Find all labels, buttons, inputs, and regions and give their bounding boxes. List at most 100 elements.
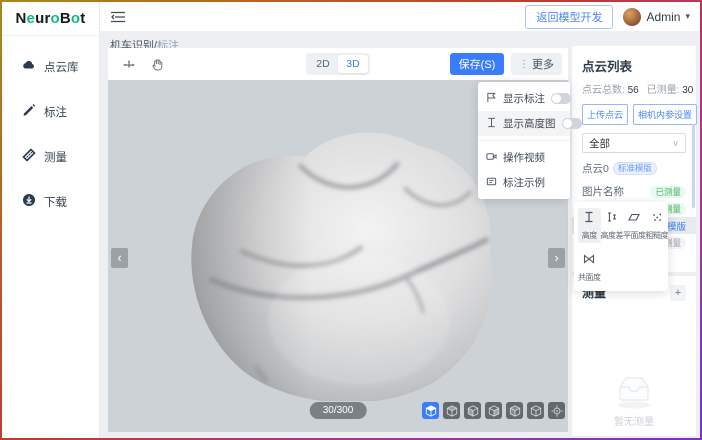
add-measurement-button[interactable]: + — [670, 285, 686, 301]
tool-label: 共面度 — [578, 272, 601, 283]
menu-item-label: 显示标注 — [503, 91, 545, 106]
empty-state: 暂无测量 — [572, 372, 696, 428]
view-cube-left-button[interactable] — [506, 402, 523, 419]
more-button[interactable]: ⋮ 更多 — [511, 53, 562, 75]
sidebar-item-label: 点云库 — [44, 59, 79, 75]
flatness-tool-icon — [628, 210, 640, 228]
top-header: 返回模型开发 Admin ▾ — [100, 2, 700, 32]
download-icon — [22, 193, 36, 210]
show-heightmap-toggle[interactable] — [562, 118, 582, 129]
camera-params-button[interactable]: 相机内参设置 — [633, 104, 697, 125]
measured-label: 已测量: 30 — [647, 81, 694, 96]
logo-char: u — [35, 10, 44, 27]
view-cube-front-button[interactable] — [464, 402, 481, 419]
menu-fold-icon[interactable] — [110, 9, 126, 25]
tool-roughness[interactable]: 粗糙度 — [646, 208, 669, 243]
view-cube-top-button[interactable] — [443, 402, 460, 419]
mode-2d-button[interactable]: 2D — [308, 55, 338, 73]
app-window: NeuroBot 点云库 标注 测量 下载 返回模 — [2, 2, 700, 438]
menu-item-annotation-example[interactable]: 标注示例 — [478, 170, 570, 195]
height-tool-icon — [583, 210, 595, 228]
menu-item-label: 标注示例 — [503, 175, 562, 190]
logo-char: o — [51, 10, 60, 27]
scrollbar-thumb[interactable] — [692, 124, 695, 208]
height-map-icon — [486, 117, 497, 131]
toolbar-right: 保存(S) ⋮ 更多 — [450, 53, 562, 75]
measurement-panel: 测量 + 暂无测量 — [572, 276, 696, 436]
filter-value: 全部 — [589, 136, 610, 151]
prev-arrow-button[interactable]: ‹ — [111, 248, 128, 268]
pan-hand-icon[interactable] — [148, 55, 166, 73]
panel-buttons: 上传点云 相机内参设置 — [582, 104, 686, 125]
user-name: Admin — [646, 10, 680, 24]
total-value: 56 — [628, 85, 639, 96]
sidebar-item-label: 下载 — [44, 194, 67, 210]
sidebar-nav: 点云库 标注 测量 下载 — [2, 36, 99, 224]
roughness-tool-icon — [651, 210, 663, 228]
tool-height-diff[interactable]: 高度差 — [601, 208, 624, 243]
tool-label: 高度 — [582, 230, 597, 241]
view-cube-right-button[interactable] — [485, 402, 502, 419]
user-menu[interactable]: Admin ▾ — [623, 8, 690, 26]
filter-select[interactable]: 全部 ∨ — [582, 133, 686, 153]
more-dropdown-menu: 显示标注 显示高度图 操作视频 标注示例 — [478, 82, 570, 199]
caret-down-icon: ▾ — [685, 11, 690, 22]
sidebar-item-measure[interactable]: 测量 — [2, 134, 99, 179]
view-cube-default-button[interactable] — [422, 402, 439, 419]
status-badge: 已测量 — [650, 186, 686, 198]
template-badge: 标准模版 — [613, 162, 657, 175]
avatar — [623, 8, 641, 26]
menu-item-operation-video[interactable]: 操作视频 — [478, 145, 570, 170]
menu-divider — [478, 140, 570, 141]
tool-label: 高度差 — [601, 230, 624, 241]
view-cube-back-button[interactable] — [527, 402, 544, 419]
ruler-icon — [22, 148, 36, 165]
pen-icon — [22, 103, 36, 120]
logo-char: e — [27, 10, 36, 27]
panel-stats: 点云总数: 56 已测量: 30 — [582, 81, 686, 96]
video-icon — [486, 151, 497, 165]
reset-view-crosshair-button[interactable] — [548, 402, 565, 419]
upload-pointcloud-button[interactable]: 上传点云 — [582, 104, 628, 125]
logo-char: o — [71, 10, 80, 27]
panel-title: 点云列表 — [582, 56, 686, 75]
cloud-icon — [22, 58, 36, 75]
example-frame-icon — [486, 176, 497, 190]
chevron-down-icon: ∨ — [672, 138, 679, 149]
sidebar-item-pointcloud-library[interactable]: 点云库 — [2, 44, 99, 89]
coplanarity-tool-icon — [583, 252, 595, 270]
view-mode-toggle: 2D 3D — [306, 53, 370, 75]
tooth-model — [163, 96, 508, 401]
measured-value: 30 — [682, 85, 693, 96]
pointcloud-group-row[interactable]: 点云0 标准模版 — [582, 161, 686, 176]
sidebar-item-label: 测量 — [44, 149, 67, 165]
sidebar-item-annotate[interactable]: 标注 — [2, 89, 99, 134]
total-label: 点云总数: 56 — [582, 81, 639, 96]
tool-label: 平面度 — [623, 230, 646, 241]
more-dots-icon: ⋮ — [519, 59, 529, 70]
viewer-toolbar: 2D 3D 保存(S) ⋮ 更多 — [108, 48, 568, 80]
next-arrow-button[interactable]: › — [548, 248, 565, 268]
screenshot-frame: NeuroBot 点云库 标注 测量 下载 返回模 — [0, 0, 702, 440]
tool-coplanarity[interactable]: 共面度 — [578, 250, 601, 285]
tool-label: 粗糙度 — [646, 230, 669, 241]
tool-height[interactable]: 高度 — [578, 208, 601, 243]
menu-item-label: 显示高度图 — [503, 116, 556, 131]
sidebar-item-download[interactable]: 下载 — [2, 179, 99, 224]
empty-inbox-icon — [611, 372, 657, 410]
sidebar: NeuroBot 点云库 标注 测量 下载 — [2, 2, 100, 438]
move-tool-icon[interactable] — [120, 55, 138, 73]
show-annotation-toggle[interactable] — [551, 93, 571, 104]
group-name: 点云0 — [582, 161, 609, 176]
viewer-card: 2D 3D 保存(S) ⋮ 更多 — [108, 48, 568, 432]
list-item[interactable]: 图片名称 已测量 — [582, 183, 686, 200]
logo-char: B — [60, 10, 71, 27]
back-to-model-dev-button[interactable]: 返回模型开发 — [525, 5, 613, 29]
save-button[interactable]: 保存(S) — [450, 53, 504, 75]
empty-text: 暂无测量 — [614, 413, 654, 428]
tool-flatness[interactable]: 平面度 — [623, 208, 646, 243]
menu-item-show-annotation[interactable]: 显示标注 — [478, 86, 570, 111]
mode-3d-button[interactable]: 3D — [338, 55, 368, 73]
menu-item-show-heightmap[interactable]: 显示高度图 — [478, 111, 570, 136]
sidebar-item-label: 标注 — [44, 104, 67, 120]
